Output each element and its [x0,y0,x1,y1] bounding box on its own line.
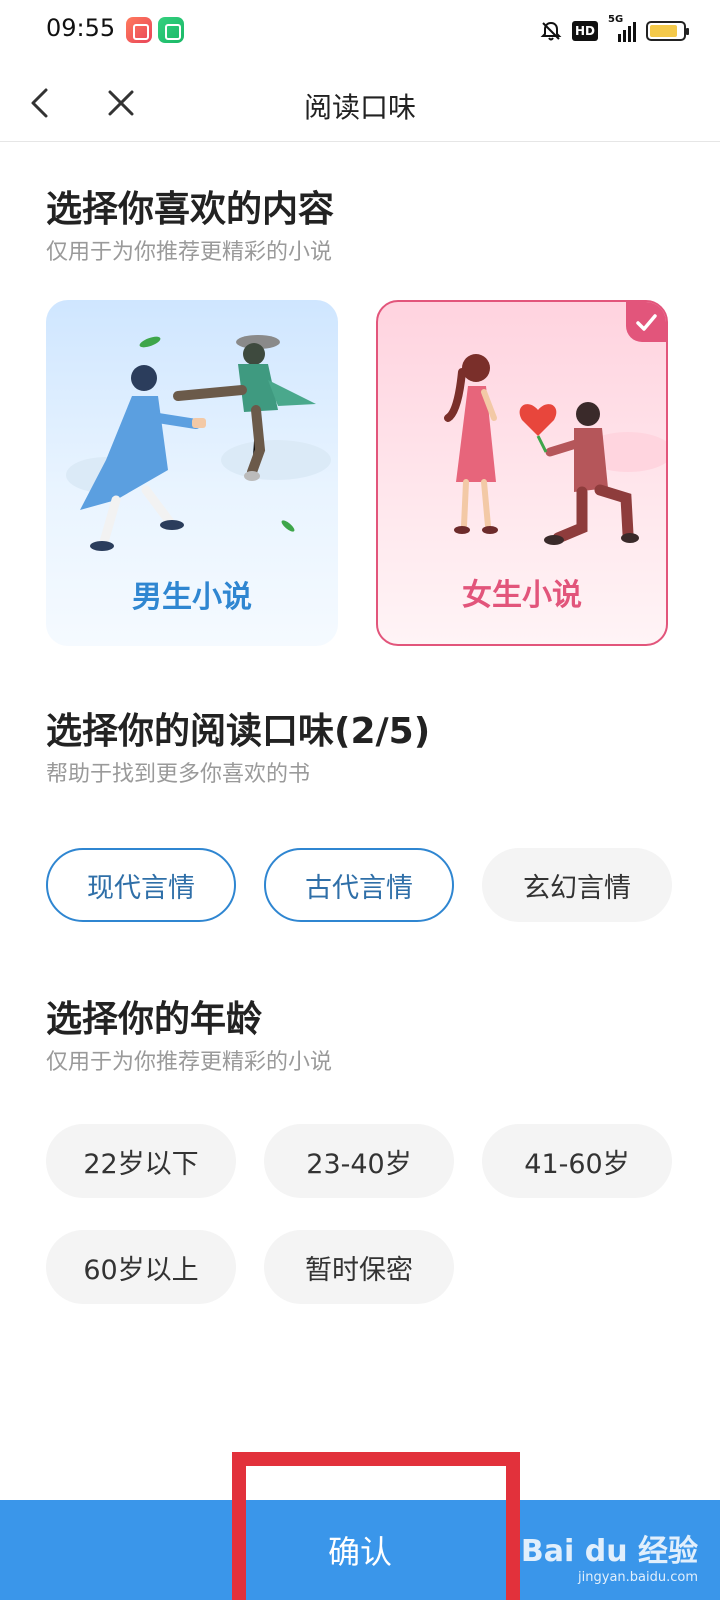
taste-chip-ancient-romance[interactable]: 古代言情 [264,848,454,922]
watermark: Bai du 经验 jingyan.baidu.com [521,1526,698,1585]
age-chip-under-22[interactable]: 22岁以下 [46,1124,236,1198]
taste-chip-modern-romance[interactable]: 现代言情 [46,848,236,922]
status-bar: 09:55 HD 5G [0,0,720,64]
annotation-highlight-box [232,1452,520,1600]
age-chip-23-40[interactable]: 23-40岁 [264,1124,454,1198]
taste-chip-fantasy-romance[interactable]: 玄幻言情 [482,848,672,922]
mute-bell-icon [540,21,562,41]
status-time: 09:55 [46,14,116,42]
content-section-subtitle: 仅用于为你推荐更精彩的小说 [46,240,333,265]
notification-app-icon [126,17,152,43]
battery-icon [646,21,689,41]
network-type: 5G [608,14,624,25]
selected-check-badge [626,302,666,342]
page-title: 阅读口味 [303,91,416,124]
signal-icon: 5G [608,14,636,42]
age-section-title: 选择你的年龄 [46,999,263,1040]
watermark-url: jingyan.baidu.com [578,1570,698,1585]
nav-bar: 阅读口味 [0,64,720,142]
female-novel-label: 女生小说 [462,578,582,613]
status-indicators: HD 5G [540,14,689,46]
age-chip-41-60[interactable]: 41-60岁 [482,1124,672,1198]
age-chip-over-60[interactable]: 60岁以上 [46,1230,236,1304]
wuxia-fighters-illustration [66,335,331,551]
hd-badge: HD [571,21,598,41]
romance-proposal-illustration [444,354,666,545]
male-novel-card[interactable]: 男生小说 [46,300,338,646]
taste-section-title: 选择你的阅读口味(2/5) [46,711,431,752]
female-novel-card[interactable]: 女生小说 [376,300,668,646]
male-novel-label: 男生小说 [132,580,252,615]
notification-app-icon [158,17,184,43]
age-section-subtitle: 仅用于为你推荐更精彩的小说 [46,1050,333,1075]
content-section-title: 选择你喜欢的内容 [46,189,335,230]
age-chip-secret[interactable]: 暂时保密 [264,1230,454,1304]
checkmark-icon [636,314,657,331]
watermark-brand: Bai du 经验 [520,1534,698,1569]
taste-section-subtitle: 帮助于找到更多你喜欢的书 [46,762,311,787]
